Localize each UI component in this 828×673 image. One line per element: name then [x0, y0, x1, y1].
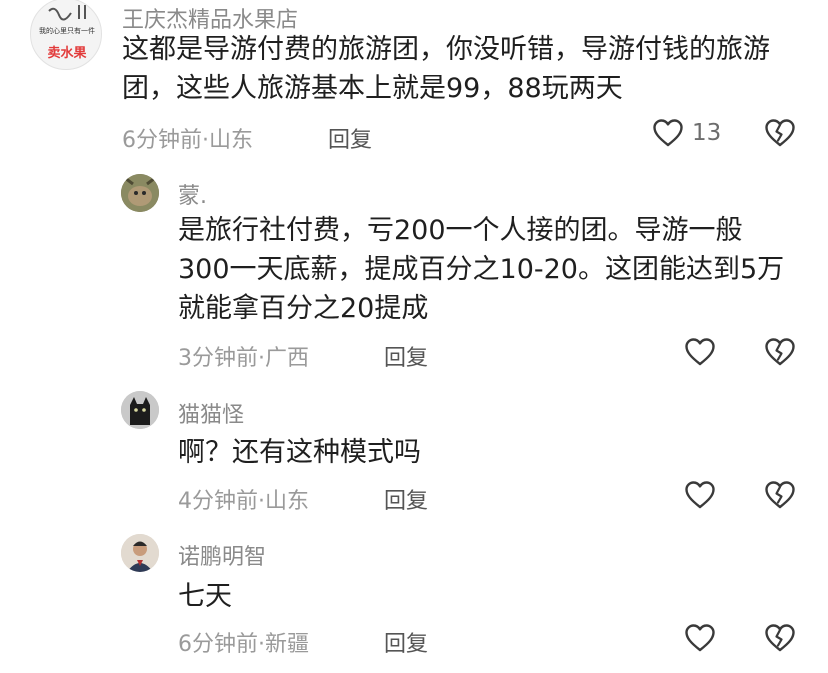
comment-location: 山东 — [209, 128, 254, 153]
reply-button[interactable]: 回复 — [384, 340, 428, 372]
heart-outline-icon — [685, 481, 715, 509]
comment-time: 6分钟前 — [178, 632, 258, 657]
comment-username[interactable]: 诺鹏明智 — [178, 539, 266, 571]
reply-comment-item: 猫猫怪 啊？还有这种模式吗 4分钟前·山东 回复 — [0, 385, 828, 525]
comment-item: 我的心里只有一件 卖水果 王庆杰精品水果店 这都是导游付费的旅游团，你没听错，导… — [0, 0, 828, 165]
user-avatar[interactable] — [121, 391, 159, 429]
reply-button[interactable]: 回复 — [328, 122, 372, 154]
comment-meta: 6分钟前·山东 — [122, 122, 253, 154]
reply-button[interactable]: 回复 — [384, 483, 428, 515]
like-count: 13 — [692, 120, 722, 146]
meta-separator: · — [258, 632, 265, 657]
heart-outline-icon — [653, 119, 683, 147]
comment-meta: 3分钟前·广西 — [178, 340, 309, 372]
broken-heart-icon — [765, 119, 795, 147]
svg-text:我的心里只有一件: 我的心里只有一件 — [39, 26, 95, 35]
dislike-button[interactable] — [764, 337, 796, 367]
black-cat-avatar-icon — [121, 391, 159, 429]
like-button[interactable] — [684, 623, 716, 653]
comment-location: 山东 — [265, 489, 310, 514]
comment-username[interactable]: 蒙. — [178, 178, 207, 210]
shop-avatar-icon: 我的心里只有一件 卖水果 — [39, 5, 95, 61]
dislike-button[interactable] — [764, 623, 796, 653]
dislike-button[interactable] — [764, 480, 796, 510]
broken-heart-icon — [765, 481, 795, 509]
broken-heart-icon — [765, 624, 795, 652]
user-avatar[interactable] — [121, 174, 159, 212]
comment-text: 是旅行社付费，亏200一个人接的团。导游一般300一天底薪，提成百分之10-20… — [178, 215, 785, 324]
reply-comment-item: 蒙. 是旅行社付费，亏200一个人接的团。导游一般300一天底薪，提成百分之10… — [0, 165, 828, 385]
comment-username[interactable]: 猫猫怪 — [178, 397, 244, 429]
comment-time: 6分钟前 — [122, 128, 202, 153]
meta-separator: · — [202, 128, 209, 153]
animal-photo-avatar-icon — [121, 174, 159, 212]
user-avatar[interactable]: 我的心里只有一件 卖水果 — [30, 0, 102, 70]
person-photo-avatar-icon — [121, 534, 159, 572]
comment-location: 广西 — [265, 346, 310, 371]
like-button[interactable] — [684, 480, 716, 510]
comment-time: 3分钟前 — [178, 346, 258, 371]
comment-text: 七天 — [178, 581, 232, 612]
comment-meta: 6分钟前·新疆 — [178, 626, 309, 658]
heart-outline-icon — [685, 624, 715, 652]
comment-meta: 4分钟前·山东 — [178, 483, 309, 515]
comment-location: 新疆 — [265, 632, 310, 657]
like-button[interactable] — [684, 337, 716, 367]
broken-heart-icon — [765, 338, 795, 366]
reply-button[interactable]: 回复 — [384, 626, 428, 658]
user-avatar[interactable] — [121, 534, 159, 572]
comment-time: 4分钟前 — [178, 489, 258, 514]
heart-outline-icon — [685, 338, 715, 366]
dislike-button[interactable] — [764, 118, 796, 148]
comment-text: 这都是导游付费的旅游团，你没听错，导游付钱的旅游团，这些人旅游基本上就是99，8… — [122, 34, 770, 104]
meta-separator: · — [258, 489, 265, 514]
reply-comment-item: 诺鹏明智 七天 6分钟前·新疆 回复 — [0, 525, 828, 673]
like-button[interactable]: 13 — [652, 118, 721, 148]
meta-separator: · — [258, 346, 265, 371]
comment-text: 啊？还有这种模式吗 — [178, 437, 421, 468]
svg-text:卖水果: 卖水果 — [47, 45, 86, 61]
